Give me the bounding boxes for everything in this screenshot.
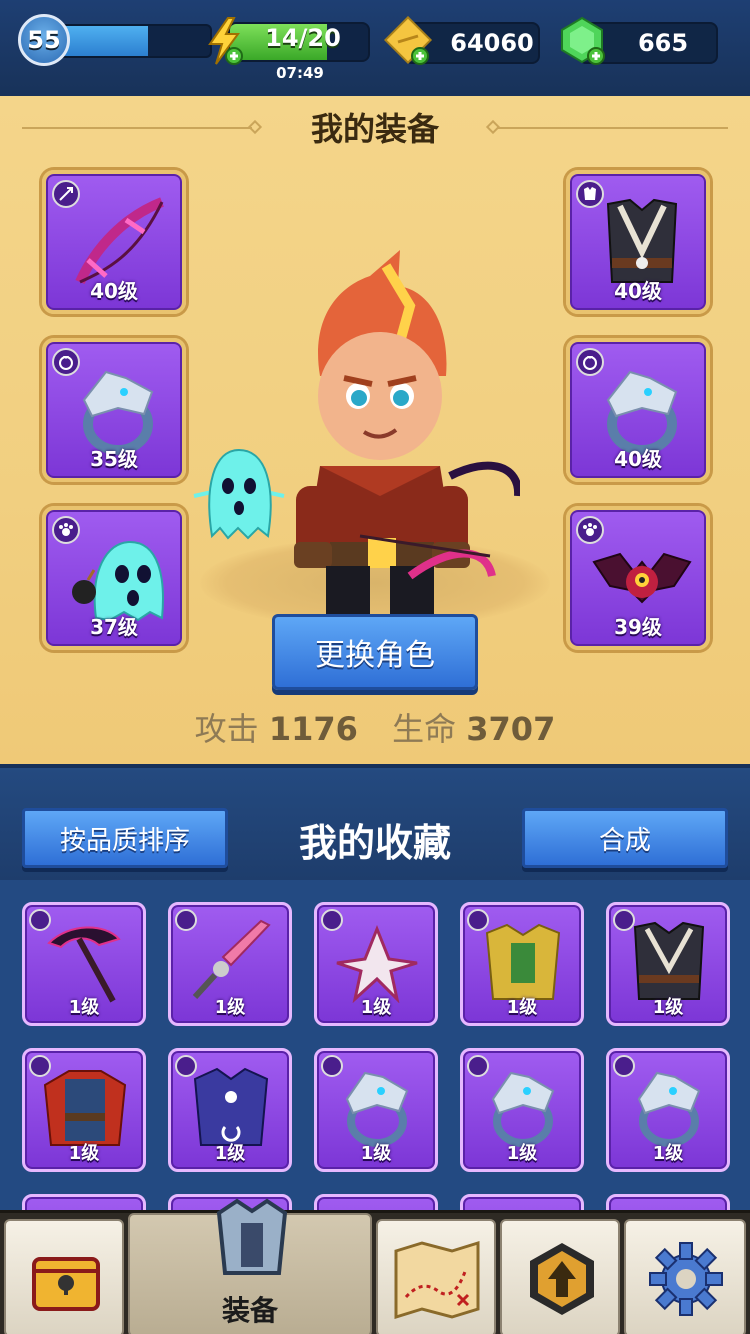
xp-bar [52,24,212,58]
equipment-tab-label: 装备 [221,1294,278,1327]
collection-grid: 1级 1级 1级 1级 1级 1级 1级 1级 1级 1级 [0,880,750,1220]
sword-icon [192,919,271,1000]
item-level: 1级 [652,1143,684,1164]
upgrade-tab[interactable] [500,1219,620,1334]
attack-value: 1176 [268,710,358,748]
player-level[interactable]: 55 [18,14,212,66]
collection-item[interactable]: 1级 [314,1048,438,1172]
energy-timer: 07:49 [276,64,324,82]
equipment-title: 我的装备 [310,110,439,148]
collection-item[interactable]: 1级 [314,902,438,1026]
gem-icon [561,16,605,65]
collection-item[interactable]: 1级 [606,1048,730,1172]
equipment-tab[interactable]: 装备 [128,1198,372,1334]
item-level: 1级 [652,997,684,1018]
slot-level: 39级 [614,615,662,639]
equipment-panel: 我的装备 40级 35级 37级 40级 40级 39级 更换角色 攻击 117… [0,96,750,764]
collection-item[interactable]: 1级 [460,902,584,1026]
item-level: 1级 [68,1143,100,1164]
slot-pet-2[interactable]: 39级 [566,506,710,650]
gold-armor-icon [485,923,561,1000]
slot-pet[interactable]: 37级 [42,506,186,650]
merge-button[interactable]: 合成 [522,808,728,868]
gem-value: 665 [637,29,689,57]
dark-armor-icon [633,921,705,1000]
attack-label: 攻击 [194,710,259,748]
level-badge: 55 [18,14,70,66]
chest-tab[interactable] [4,1219,124,1334]
collection-item[interactable]: 1级 [168,1048,292,1172]
collection-item[interactable]: 1级 [460,1048,584,1172]
chest-icon [32,1257,100,1311]
map-tab[interactable] [376,1219,496,1334]
slot-armor[interactable]: 40级 [566,170,710,314]
item-level: 1级 [68,997,100,1018]
map-icon [394,1240,480,1319]
settings-tab[interactable] [624,1219,746,1334]
slot-level: 40级 [90,279,138,303]
collection-title: 我的收藏 [298,821,451,865]
armor-icon [216,1198,288,1275]
change-character-button[interactable]: 更换角色 [272,614,478,690]
slot-level: 40级 [614,447,662,471]
top-status-bar: 55 14/20 07:49 64060 665 [0,0,750,96]
wolf-ring-icon [491,1071,555,1147]
ticket-icon [384,16,433,65]
item-level: 1级 [506,997,538,1018]
shuriken-icon [336,924,418,1003]
sort-by-quality-button[interactable]: 按品质排序 [22,808,228,868]
hp-label: 生命 [392,710,457,748]
hp-value: 3707 [466,710,556,748]
collection-item[interactable]: 1级 [22,902,146,1026]
collection-item[interactable]: 1级 [168,902,292,1026]
scythe-icon [47,926,121,1003]
slot-ring-2[interactable]: 40级 [566,338,710,482]
slot-ring[interactable]: 35级 [42,338,186,482]
bottom-navigation: 装备 [0,1198,750,1334]
upgrade-arrow-icon [530,1243,594,1315]
gear-icon [649,1242,723,1316]
slot-level: 40级 [614,279,662,303]
hero-stats: 攻击 1176 生命 3707 [0,704,750,750]
collection-item[interactable]: 1级 [22,1048,146,1172]
item-level: 1级 [214,1143,246,1164]
red-robe-icon [43,1070,127,1146]
slot-level: 35级 [90,447,138,471]
blue-robe-icon [193,1067,269,1146]
collection-item[interactable]: 1级 [606,902,730,1026]
coin-value: 64060 [450,29,534,57]
item-level: 1级 [360,997,392,1018]
wolf-ring-icon [637,1071,701,1147]
wolf-ring-icon [345,1071,409,1147]
item-level: 1级 [214,997,246,1018]
slot-level: 37级 [90,615,138,639]
energy-value: 14/20 [265,24,341,52]
item-level: 1级 [506,1143,538,1164]
slot-weapon[interactable]: 40级 [42,170,186,314]
item-level: 1级 [360,1143,392,1164]
collection-header: 按品质排序 我的收藏 合成 [0,764,750,880]
